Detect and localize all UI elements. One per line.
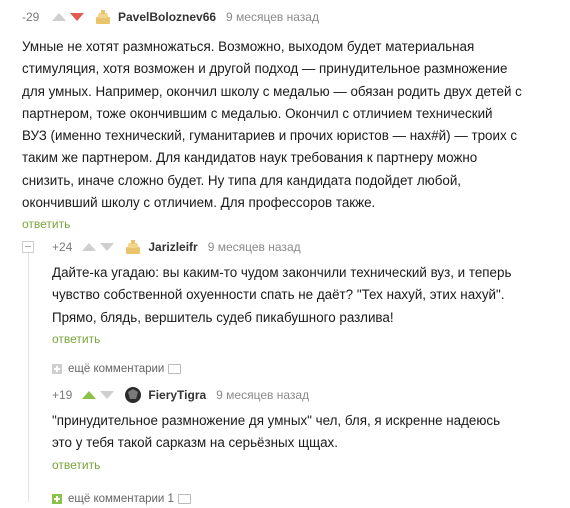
more-comments-label: ещё комментарии 1 [68,493,174,505]
comment-text: Дайте-ка угадаю: вы каким-то чудом закон… [52,265,512,325]
thread-line [28,252,29,502]
reply-link[interactable]: ответить [22,217,70,231]
comment: +19 FieryTigra 9 месяцев назад "принудит… [52,384,562,474]
expand-icon [52,364,62,374]
comment: -29 PavelBoloznev66 9 месяцев назад Умны… [22,6,562,233]
reply-link[interactable]: ответить [52,458,100,472]
upvote-icon[interactable] [82,391,97,399]
expand-icon [52,494,62,504]
comment-text: Умные не хотят размножаться. Возможно, в… [22,39,522,211]
comment-header: +24 Jarizleifr 9 месяцев назад [52,236,562,258]
comment-text: "принудительное размножение дя умных" че… [52,413,501,451]
more-comments-button[interactable]: ещё комментарии 1 [52,490,191,508]
comment-time[interactable]: 9 месяцев назад [226,10,319,24]
comment-rating: +24 [52,240,73,254]
comment-rating: -29 [22,10,40,24]
comment: +24 Jarizleifr 9 месяцев назад Дайте-ка … [52,236,562,348]
comment-bubble-icon [177,494,191,504]
downvote-icon[interactable] [100,243,115,251]
comment-time[interactable]: 9 месяцев назад [208,240,301,254]
comment-time[interactable]: 9 месяцев назад [216,388,309,402]
upvote-icon[interactable] [82,243,97,251]
collapse-thread-button[interactable] [22,241,34,253]
more-comments-label: ещё комментарии [68,363,165,375]
comment-author[interactable]: FieryTigra [148,388,206,402]
upvote-icon[interactable] [52,13,66,21]
comment-rating: +19 [52,388,73,402]
avatar[interactable] [124,386,142,404]
downvote-icon[interactable] [70,13,84,21]
more-comments-button[interactable]: ещё комментарии [52,360,182,378]
comment-author[interactable]: Jarizleifr [148,240,197,254]
reply-link[interactable]: ответить [52,332,100,346]
comment-bubble-icon [168,364,182,374]
comment-header: +19 FieryTigra 9 месяцев назад [52,384,562,406]
comment-author[interactable]: PavelBoloznev66 [118,10,216,24]
avatar[interactable] [94,8,112,26]
avatar[interactable] [124,238,142,256]
comment-header: -29 PavelBoloznev66 9 месяцев назад [22,6,562,28]
downvote-icon[interactable] [100,391,115,399]
